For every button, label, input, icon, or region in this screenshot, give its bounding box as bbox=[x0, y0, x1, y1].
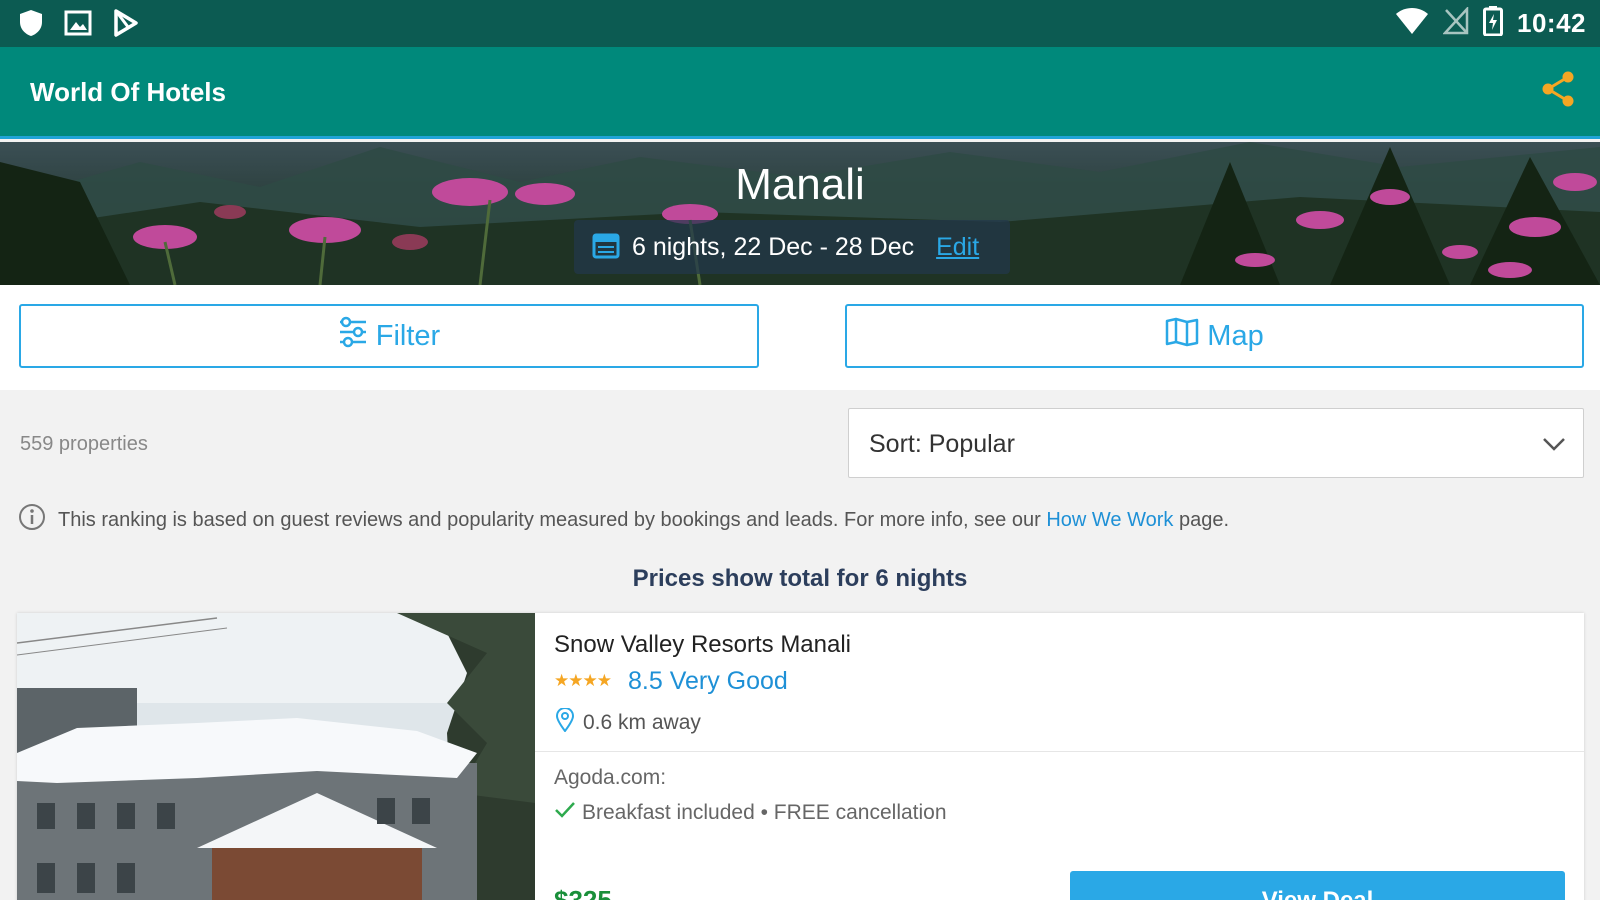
info-icon bbox=[18, 503, 46, 537]
map-icon bbox=[1165, 317, 1207, 355]
hotel-name[interactable]: Snow Valley Resorts Manali bbox=[554, 631, 851, 659]
filter-label: Filter bbox=[375, 319, 441, 352]
sort-dropdown[interactable]: Sort: Popular bbox=[848, 408, 1584, 478]
battery-icon bbox=[1483, 6, 1503, 41]
app-bar: World Of Hotels bbox=[0, 47, 1600, 139]
guest-rating: 8.5 Very Good bbox=[628, 667, 788, 695]
calendar-icon bbox=[592, 231, 620, 264]
checkmark-icon bbox=[554, 800, 576, 826]
location-pin-icon bbox=[555, 707, 575, 738]
ranking-info: This ranking is based on guest reviews a… bbox=[18, 503, 1229, 537]
shield-icon bbox=[18, 9, 44, 42]
property-count: 559 properties bbox=[20, 433, 148, 455]
price-totals-note: Prices show total for 6 nights bbox=[632, 565, 968, 592]
ranking-info-body: This ranking is based on guest reviews a… bbox=[58, 508, 1041, 531]
stay-dates: 6 nights, 22 Dec - 28 Dec bbox=[632, 232, 915, 261]
chevron-down-icon bbox=[1541, 433, 1567, 458]
destination-banner: Manali 6 nights, 22 Dec - 28 Dec Edit bbox=[0, 142, 1600, 285]
filter-sliders-icon bbox=[338, 316, 376, 356]
ranking-info-text: This ranking is based on guest reviews a… bbox=[58, 509, 1229, 532]
edit-dates-link[interactable]: Edit bbox=[936, 233, 979, 262]
ranking-info-tail: page. bbox=[1178, 508, 1230, 531]
share-button[interactable] bbox=[1538, 71, 1578, 111]
action-bar: Filter Map bbox=[0, 285, 1600, 390]
status-bar-left-icons bbox=[18, 9, 138, 42]
filter-button[interactable]: Filter bbox=[19, 304, 759, 368]
hotel-distance: 0.6 km away bbox=[555, 707, 701, 738]
status-bar: 10:42 bbox=[0, 0, 1600, 47]
hotel-photo[interactable] bbox=[17, 613, 535, 900]
perks-text: Breakfast included • FREE cancellation bbox=[582, 801, 947, 824]
hotel-star-rating: ★★★★ bbox=[554, 671, 612, 690]
image-icon bbox=[64, 10, 92, 41]
distance-text: 0.6 km away bbox=[583, 711, 701, 734]
deal-provider: Agoda.com: bbox=[554, 766, 667, 789]
card-divider bbox=[535, 751, 1584, 752]
status-bar-right: 10:42 bbox=[1395, 5, 1586, 41]
dates-summary: 6 nights, 22 Dec - 28 Dec Edit bbox=[574, 220, 1010, 274]
view-deal-button[interactable]: View Deal bbox=[1070, 871, 1565, 900]
wifi-icon bbox=[1395, 7, 1429, 40]
destination-city: Manali bbox=[735, 160, 865, 209]
clock: 10:42 bbox=[1517, 8, 1586, 38]
map-button[interactable]: Map bbox=[845, 304, 1584, 368]
deal-perks: Breakfast included • FREE cancellation bbox=[554, 800, 947, 826]
map-label: Map bbox=[1207, 319, 1264, 352]
hotel-card[interactable]: Snow Valley Resorts Manali ★★★★ 8.5 Very… bbox=[17, 613, 1584, 900]
no-signal-icon bbox=[1442, 5, 1469, 40]
how-we-work-link[interactable]: How We Work bbox=[1046, 509, 1173, 531]
share-icon bbox=[1540, 70, 1576, 113]
deal-price: $325 bbox=[554, 885, 612, 900]
sort-selected-value: Sort: Popular bbox=[869, 430, 1015, 458]
play-store-icon bbox=[112, 9, 138, 42]
app-title: World Of Hotels bbox=[30, 77, 226, 107]
